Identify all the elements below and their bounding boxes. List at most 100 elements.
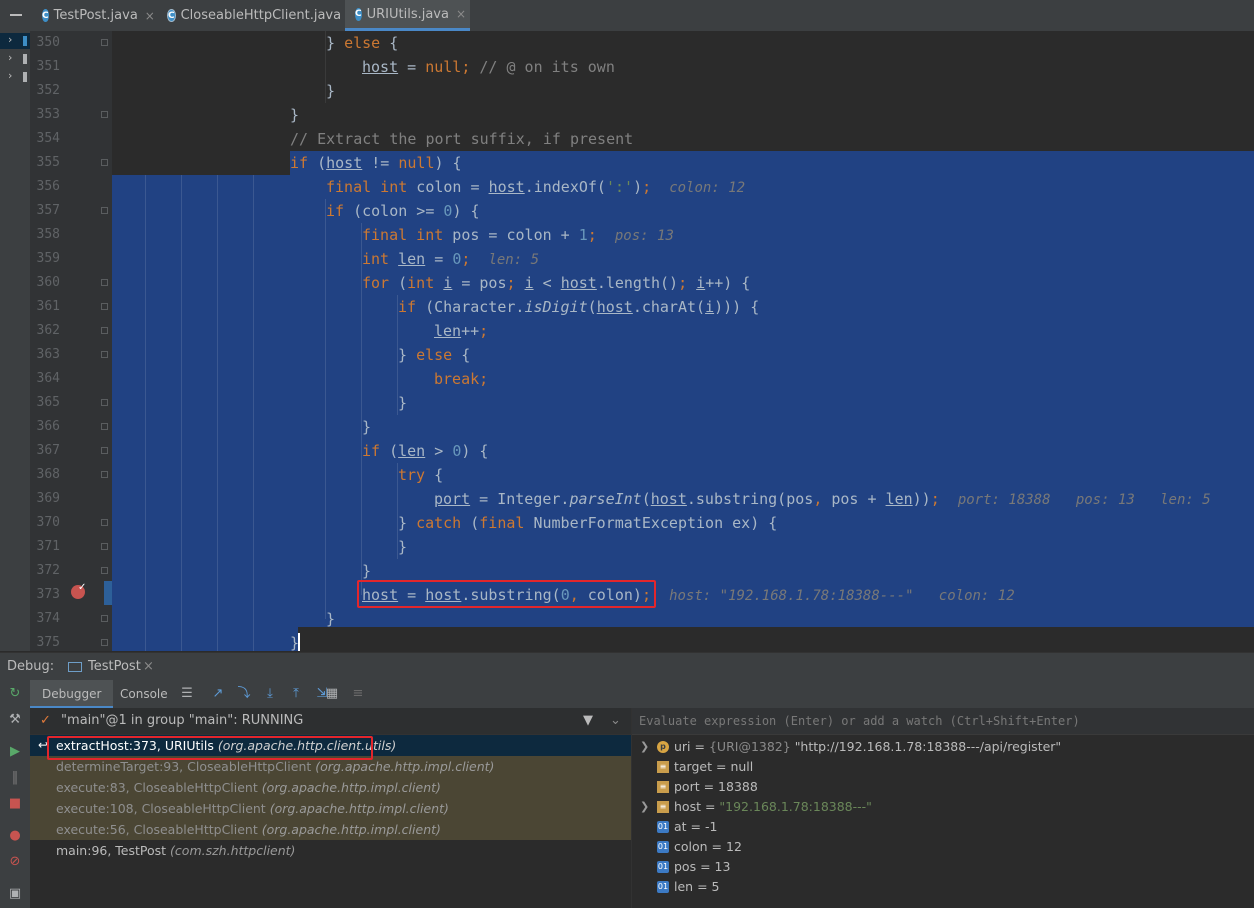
variable-row[interactable]: ≡ target = null: [632, 757, 1254, 777]
fold-marker-icon[interactable]: [101, 447, 108, 454]
menu-icon[interactable]: [10, 14, 22, 16]
fold-marker-icon[interactable]: [101, 423, 108, 430]
frame-method: execute:56, CloseableHttpClient: [56, 822, 262, 837]
code-line-357: if (colon >= 0) {: [326, 202, 480, 220]
debug-tabs: Debugger Console ☰ ↗ ⤵ ⤓ ⤒ ⇲ ▦ ≡: [30, 680, 1254, 709]
mute-breakpoints-icon[interactable]: ⊘: [7, 854, 23, 870]
code-line-355: if (host != null) {: [290, 154, 462, 172]
trace-icon[interactable]: ≡: [350, 686, 366, 702]
run-config-tab[interactable]: TestPost: [88, 659, 141, 674]
chevron-right-icon[interactable]: ›: [8, 69, 12, 82]
close-icon[interactable]: ×: [145, 9, 155, 23]
tab-closeablehttpclient[interactable]: C CloseableHttpClient.java: [157, 0, 343, 31]
variable-value: "http://192.168.1.78:18388---/api/regist…: [794, 739, 1062, 754]
variable-row[interactable]: ❯ p uri = {URI@1382} "http://192.168.1.78:…: [632, 737, 1254, 757]
stack-frame[interactable]: main:96, TestPost (com.szh.httpclient): [30, 840, 631, 861]
step-out-icon[interactable]: ⤒: [288, 686, 304, 702]
scrollbar[interactable]: [0, 641, 30, 651]
code-line-374: }: [326, 610, 336, 628]
show-execution-point-icon[interactable]: ↗: [210, 686, 226, 702]
line-number: 367: [36, 443, 60, 458]
tab-testpost[interactable]: C TestPost.java ×: [32, 0, 156, 31]
fold-marker-icon[interactable]: [101, 639, 108, 646]
thread-selector[interactable]: ✓ "main"@1 in group "main": RUNNING ▼ ⌄: [30, 708, 631, 735]
step-over-icon[interactable]: ⤵: [236, 686, 252, 702]
project-tree-strip: › › ›: [0, 31, 31, 651]
tab-uriutils[interactable]: C URIUtils.java ×: [345, 0, 470, 31]
stack-frame[interactable]: execute:108, CloseableHttpClient (org.ap…: [30, 798, 631, 819]
chevron-right-icon[interactable]: ❯: [640, 797, 649, 817]
check-icon: ✓: [78, 582, 87, 593]
variable-row[interactable]: ≡ port = 18388: [632, 777, 1254, 797]
frame-package: (org.apache.http.impl.client): [261, 780, 441, 795]
code-line-353: }: [290, 106, 300, 124]
step-into-icon[interactable]: ⤓: [262, 686, 278, 702]
field-icon: ≡: [657, 801, 669, 813]
fold-marker-icon[interactable]: [101, 39, 108, 46]
variable-row[interactable]: 01 at = -1: [632, 817, 1254, 837]
fold-marker-icon[interactable]: [101, 399, 108, 406]
debug-tool-window-header: Debug: TestPost ×: [0, 652, 1254, 681]
fold-marker-icon[interactable]: [101, 519, 108, 526]
fold-marker-icon[interactable]: [101, 567, 108, 574]
line-number: 372: [36, 563, 60, 578]
wrench-icon[interactable]: ⚒: [7, 712, 23, 728]
highlight-box: [47, 736, 373, 760]
evaluate-expression-input[interactable]: Evaluate expression (Enter) or add a wat…: [632, 708, 1254, 735]
line-number: 362: [36, 323, 60, 338]
chevron-right-icon[interactable]: ❯: [640, 737, 649, 757]
tab-console[interactable]: Console: [108, 680, 180, 708]
chevron-down-icon[interactable]: ⌄: [610, 708, 621, 734]
fold-marker-icon[interactable]: [101, 615, 108, 622]
evaluate-expression-icon[interactable]: ▦: [324, 686, 340, 702]
close-icon[interactable]: ×: [456, 7, 466, 21]
fold-marker-icon[interactable]: [101, 543, 108, 550]
chevron-right-icon[interactable]: ›: [8, 51, 12, 64]
class-icon: C: [167, 9, 176, 22]
tab-debugger[interactable]: Debugger: [30, 680, 114, 708]
highlight-box: [357, 580, 656, 608]
chevron-right-icon[interactable]: ›: [8, 33, 12, 46]
stack-frame[interactable]: execute:83, CloseableHttpClient (org.apa…: [30, 777, 631, 798]
fold-marker-icon[interactable]: [101, 111, 108, 118]
filter-icon[interactable]: ▼: [583, 708, 593, 734]
fold-marker-icon[interactable]: [101, 279, 108, 286]
variable-value: 13: [714, 859, 731, 874]
variable-row[interactable]: 01 pos = 13: [632, 857, 1254, 877]
fold-marker-icon[interactable]: [101, 351, 108, 358]
code-line-352: }: [326, 82, 336, 100]
variable-row[interactable]: 01 len = 5: [632, 877, 1254, 897]
code-line-368: try {: [398, 466, 444, 484]
line-number: 350: [36, 35, 60, 50]
fold-marker-icon[interactable]: [101, 303, 108, 310]
frame-package: (org.apache.http.impl.client): [315, 759, 495, 774]
layout-icon[interactable]: ☰: [179, 686, 195, 702]
folder-icon: [23, 72, 27, 82]
equals-sign: =: [712, 759, 731, 774]
code-editor[interactable]: } else { host = null; // @ on its own } …: [112, 31, 1254, 651]
editor-tab-bar: C TestPost.java × C CloseableHttpClient.…: [0, 0, 1254, 32]
variable-row[interactable]: 01 colon = 12: [632, 837, 1254, 857]
frame-package: (org.apache.http.impl.client): [269, 801, 449, 816]
stack-frame[interactable]: execute:56, CloseableHttpClient (org.apa…: [30, 819, 631, 840]
resume-icon[interactable]: ▶: [7, 744, 23, 760]
fold-marker-icon[interactable]: [101, 327, 108, 334]
close-icon[interactable]: ×: [143, 659, 154, 674]
camera-icon[interactable]: ▣: [7, 886, 23, 902]
code-line-350: } else {: [326, 34, 399, 52]
pause-icon[interactable]: ‖: [7, 770, 23, 786]
line-number: 353: [36, 107, 60, 122]
class-icon: C: [355, 7, 362, 21]
line-number: 359: [36, 251, 60, 266]
code-line-367: if (len > 0) {: [362, 442, 489, 460]
fold-marker-icon[interactable]: [101, 207, 108, 214]
line-number: 352: [36, 83, 60, 98]
variable-value: 18388: [718, 779, 758, 794]
code-line-361: if (Character.isDigit(host.charAt(i))) {: [398, 298, 760, 316]
stop-icon[interactable]: ■: [7, 796, 23, 812]
fold-marker-icon[interactable]: [101, 471, 108, 478]
fold-marker-icon[interactable]: [101, 159, 108, 166]
view-breakpoints-icon[interactable]: ●: [7, 828, 23, 844]
variable-row[interactable]: ❯ ≡ host = "192.168.1.78:18388---": [632, 797, 1254, 817]
rerun-icon[interactable]: ↻: [7, 686, 23, 702]
